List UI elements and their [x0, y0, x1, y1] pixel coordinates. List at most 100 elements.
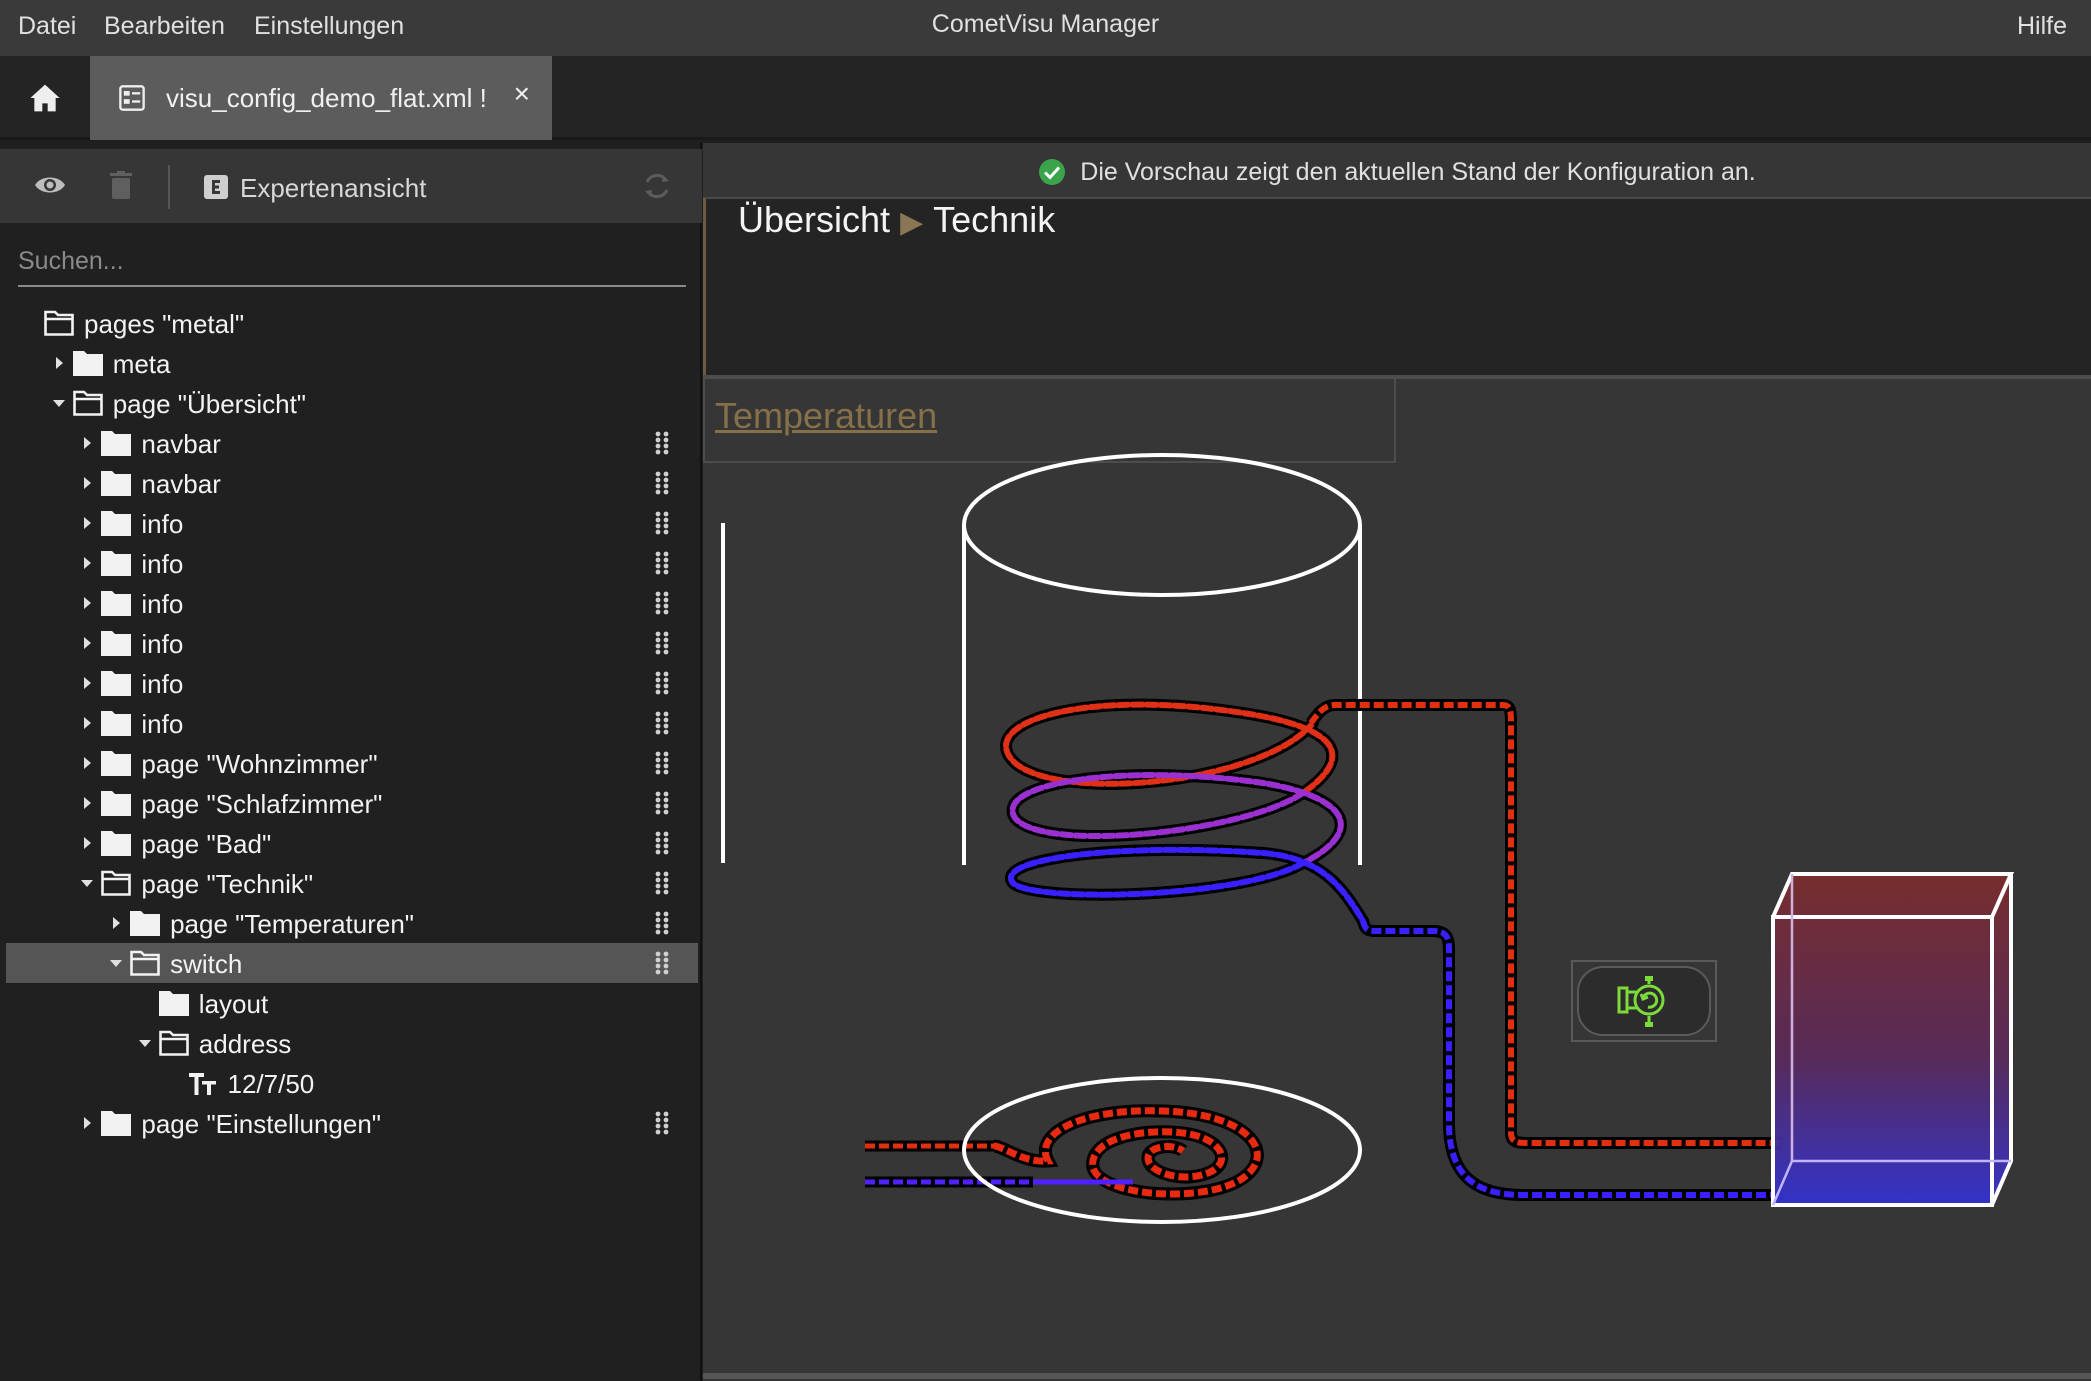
tab-file[interactable]: visu_config_demo_flat.xml ! × [90, 56, 552, 140]
folder-icon [101, 710, 132, 736]
tree-node[interactable]: page "Übersicht" [6, 383, 698, 423]
caret-right-icon[interactable] [49, 343, 69, 383]
boiler-box [1771, 872, 2015, 1207]
tree-node[interactable]: page "Schlafzimmer" [6, 783, 698, 823]
caret-right-icon[interactable] [106, 903, 126, 943]
search-input[interactable] [18, 239, 686, 283]
tree-node[interactable]: page "Temperaturen" [6, 903, 698, 943]
drag-handle-icon[interactable] [654, 631, 670, 655]
preview-pane: Die Vorschau zeigt den aktuellen Stand d… [703, 143, 2091, 1381]
heating-diagram [721, 453, 2015, 1224]
drag-handle-icon[interactable] [654, 871, 670, 895]
tree-node[interactable]: meta [6, 343, 698, 383]
caret-right-icon[interactable] [77, 423, 97, 463]
tree-node[interactable]: navbar [6, 423, 698, 463]
tree-node[interactable]: navbar [6, 463, 698, 503]
tree-node-label: info [141, 669, 184, 699]
tabbar: visu_config_demo_flat.xml ! × [0, 56, 2091, 140]
folder-icon [101, 430, 132, 456]
eye-icon[interactable] [34, 173, 66, 197]
expert-view-toggle[interactable]: Expertenansicht [240, 173, 426, 204]
tree-node-label: page "Temperaturen" [170, 909, 415, 939]
drag-handle-icon[interactable] [654, 791, 670, 815]
drag-handle-icon[interactable] [654, 551, 670, 575]
tree-node-label: navbar [141, 429, 221, 459]
tree-node[interactable]: info [6, 583, 698, 623]
folder-icon [72, 350, 103, 376]
caret-right-icon[interactable] [77, 823, 97, 863]
folder-icon [101, 470, 132, 496]
drag-handle-icon[interactable] [654, 471, 670, 495]
drag-handle-icon[interactable] [654, 431, 670, 455]
tree-node[interactable]: info [6, 703, 698, 743]
tree-node[interactable]: page "Einstellungen" [6, 1103, 698, 1143]
drag-handle-icon[interactable] [654, 751, 670, 775]
tree-node[interactable]: pages "metal" [6, 303, 698, 343]
tree-node-label: page "Wohnzimmer" [141, 749, 378, 779]
drag-handle-icon[interactable] [654, 951, 670, 975]
caret-down-icon[interactable] [77, 863, 97, 903]
tree-node[interactable]: page "Technik" [6, 863, 698, 903]
tree-node[interactable]: page "Wohnzimmer" [6, 743, 698, 783]
app-title: CometVisu Manager [931, 10, 1160, 38]
home-icon [30, 84, 60, 112]
tab-file-label: visu_config_demo_flat.xml ! [166, 82, 487, 113]
tree-node[interactable]: info [6, 543, 698, 583]
tree-node-label: page "Technik" [141, 869, 314, 899]
search-field-wrapper [18, 239, 686, 287]
tab-close-button[interactable]: × [514, 78, 530, 110]
caret-down-icon[interactable] [49, 383, 69, 423]
folder-icon [101, 630, 132, 656]
tree-node-label: info [141, 589, 184, 619]
folder-icon [101, 750, 132, 776]
menubar: Datei Bearbeiten Einstellungen CometVisu… [0, 0, 2091, 56]
tree-node[interactable]: switch [6, 943, 698, 983]
caret-right-icon[interactable] [77, 663, 97, 703]
drag-handle-icon[interactable] [654, 711, 670, 735]
caret-down-icon[interactable] [106, 943, 126, 983]
caret-down-icon[interactable] [135, 1023, 155, 1063]
folder-icon [130, 910, 161, 936]
folder-icon [101, 510, 132, 536]
caret-right-icon[interactable] [77, 743, 97, 783]
tree-node[interactable]: page "Bad" [6, 823, 698, 863]
drag-handle-icon[interactable] [654, 511, 670, 535]
caret-right-icon[interactable] [77, 703, 97, 743]
structure-panel: Expertenansicht pages "metal" meta page "Ü… [0, 143, 702, 1381]
file-config-icon [119, 85, 145, 111]
caret-right-icon[interactable] [77, 503, 97, 543]
menu-hilfe[interactable]: Hilfe [2017, 12, 2067, 41]
tree-node[interactable]: info [6, 663, 698, 703]
tree-node[interactable]: 12/7/50 [6, 1063, 698, 1103]
drag-handle-icon[interactable] [654, 591, 670, 615]
tree-node-label: address [198, 1029, 292, 1059]
home-button[interactable] [0, 56, 90, 140]
text-node-icon [188, 1070, 218, 1096]
folder-icon [101, 550, 132, 576]
tree-node[interactable]: info [6, 503, 698, 543]
tree-node[interactable]: address [6, 1023, 698, 1063]
tree-node-label: page "Übersicht" [112, 389, 307, 419]
folder-open-icon [101, 870, 132, 896]
folder-icon [158, 990, 189, 1016]
tree-node[interactable]: info [6, 623, 698, 663]
drag-handle-icon[interactable] [654, 911, 670, 935]
caret-right-icon[interactable] [77, 783, 97, 823]
tree-node-label: navbar [141, 469, 221, 499]
folder-open-icon [44, 310, 74, 336]
tree-node-label: 12/7/50 [227, 1069, 315, 1099]
folder-open-icon [72, 390, 103, 416]
drag-handle-icon[interactable] [654, 831, 670, 855]
drag-handle-icon[interactable] [654, 671, 670, 695]
trash-icon[interactable] [110, 171, 132, 199]
caret-right-icon[interactable] [77, 543, 97, 583]
caret-right-icon[interactable] [77, 623, 97, 663]
caret-right-icon[interactable] [77, 1103, 97, 1143]
drag-handle-icon[interactable] [654, 1111, 670, 1135]
tree-node-label: page "Bad" [141, 829, 272, 859]
caret-right-icon[interactable] [77, 583, 97, 623]
pump-switch[interactable] [1571, 960, 1717, 1042]
tree-node[interactable]: layout [6, 983, 698, 1023]
refresh-icon[interactable] [642, 171, 672, 201]
caret-right-icon[interactable] [77, 463, 97, 503]
